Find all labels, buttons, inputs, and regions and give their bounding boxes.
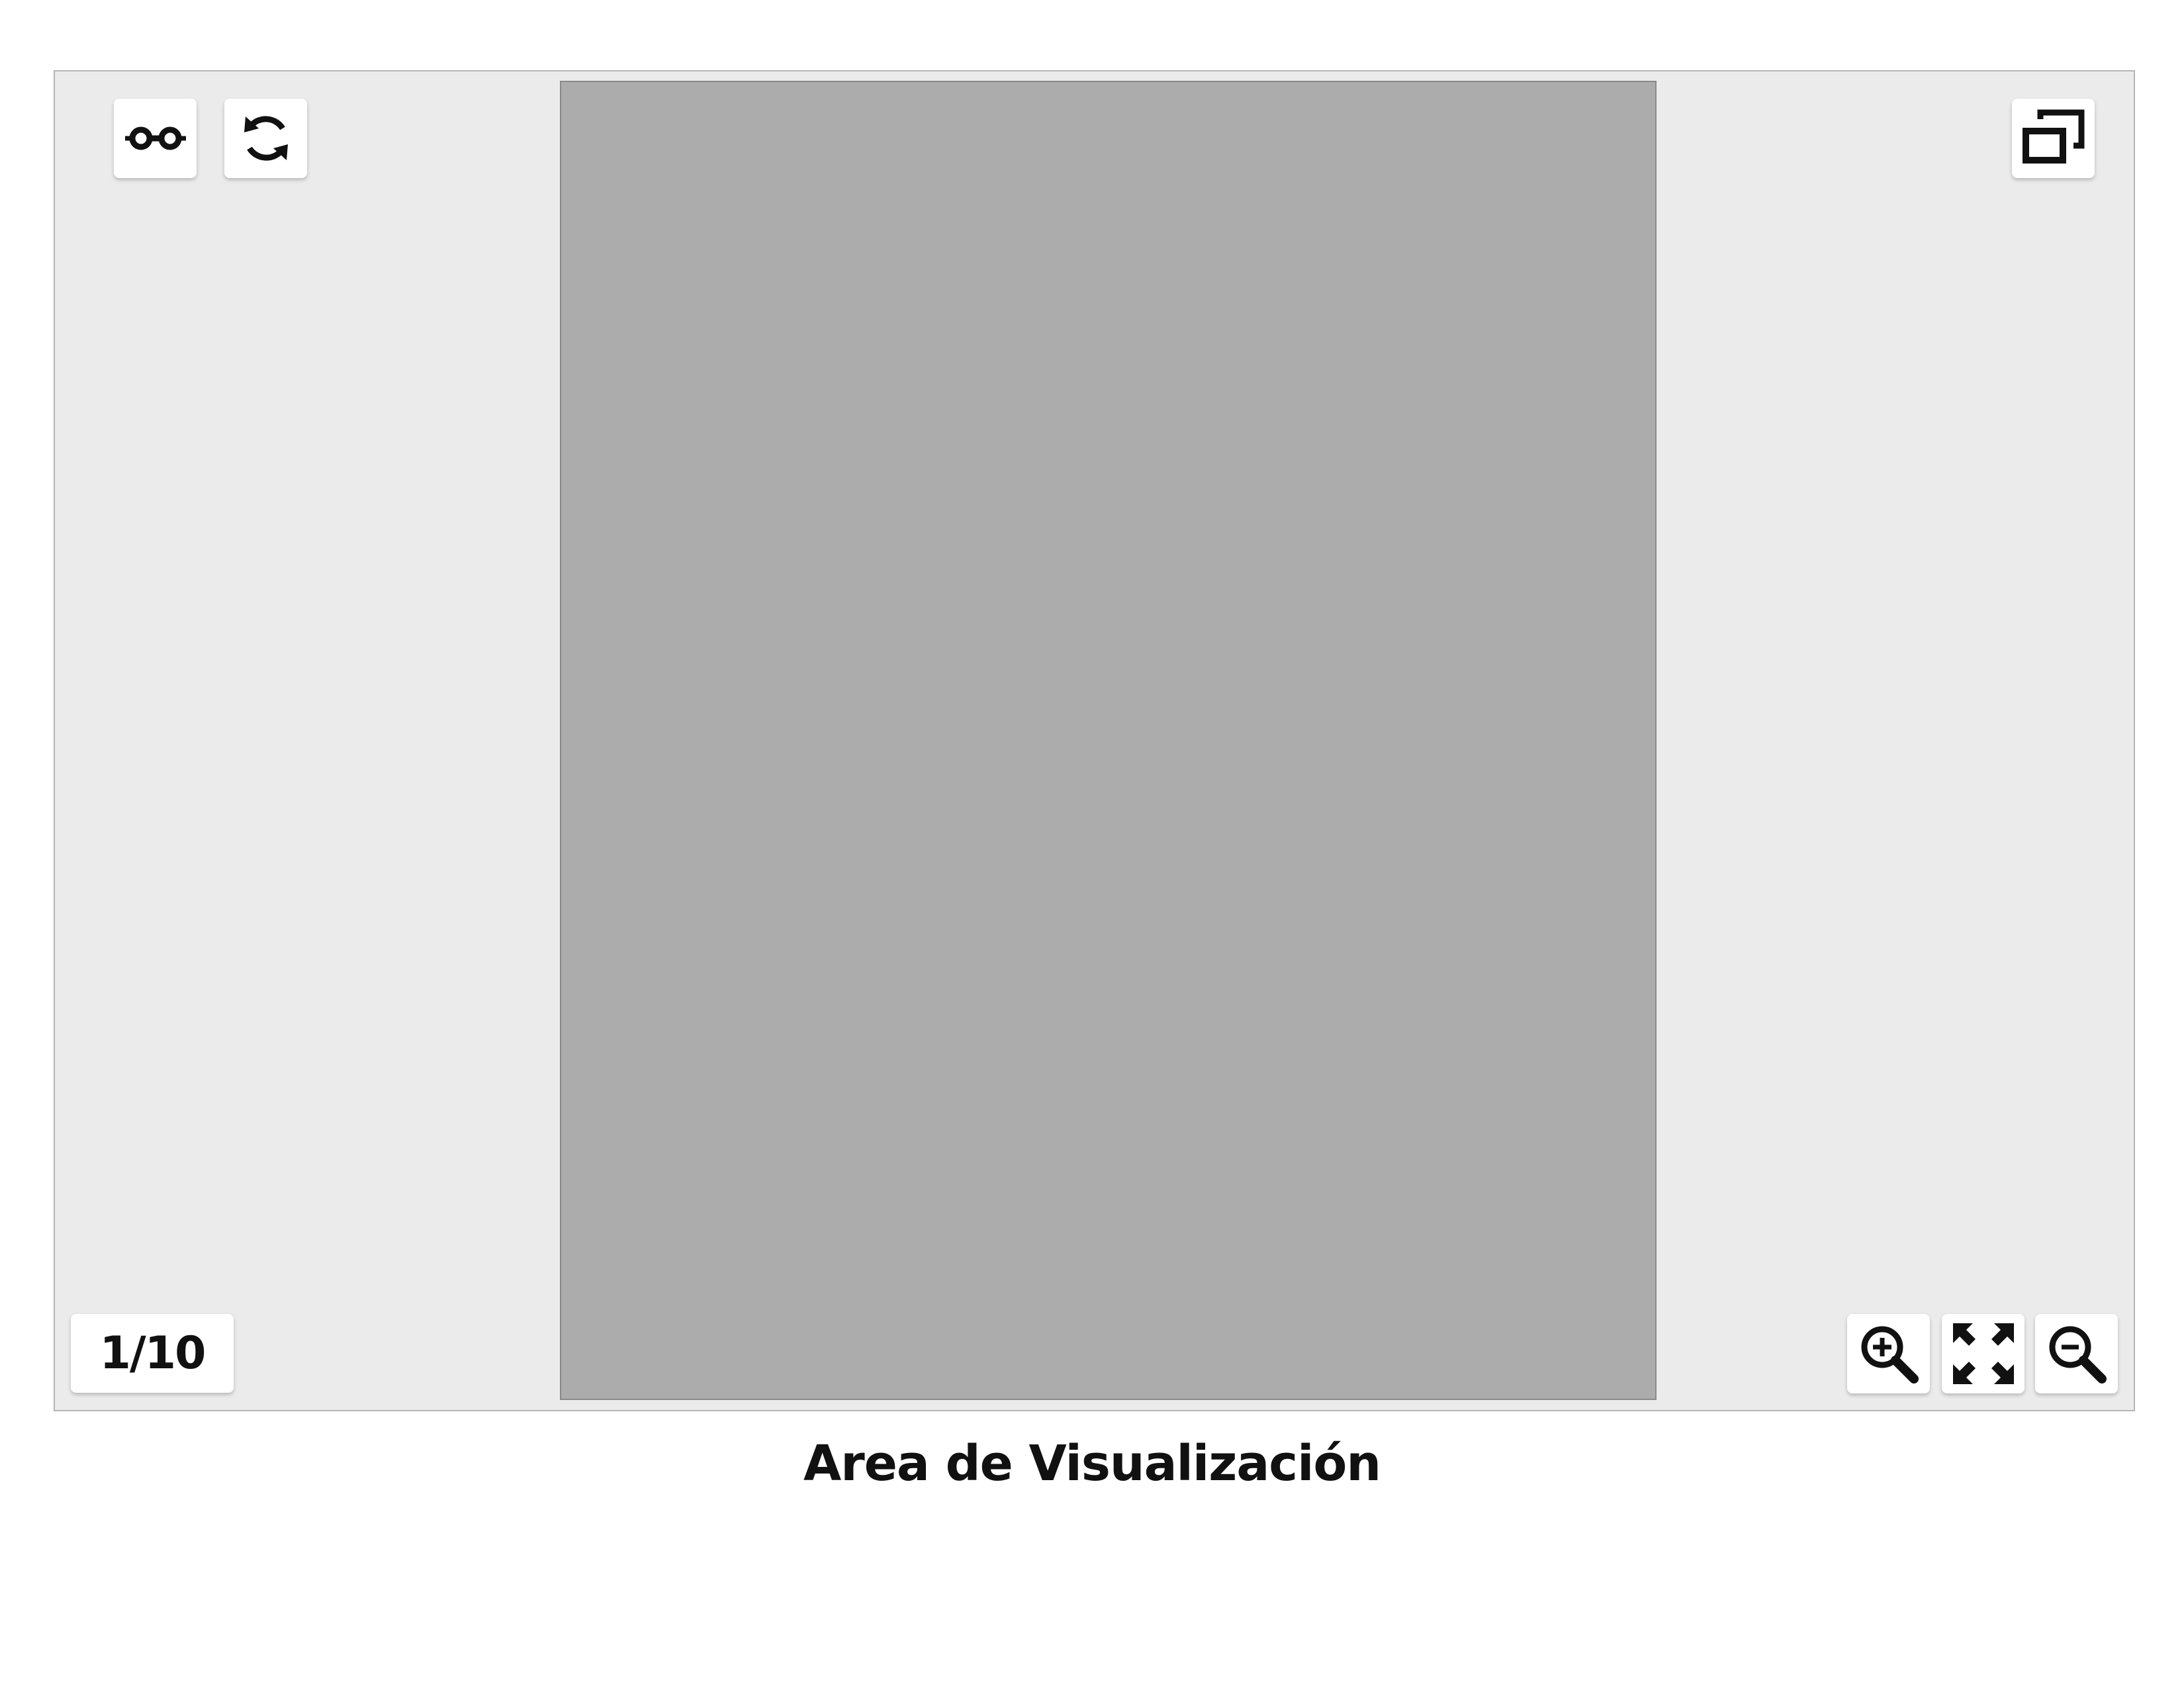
window-restore-button[interactable]	[2012, 99, 2095, 178]
expand-icon	[1950, 1321, 2017, 1387]
page-counter-text: 1/10	[99, 1327, 206, 1380]
glasses-icon	[122, 118, 189, 158]
zoom-in-button[interactable]	[1847, 1314, 1930, 1393]
document-canvas[interactable]	[560, 81, 1657, 1400]
viewer-caption: Area de Visualización	[803, 1435, 1381, 1492]
zoom-out-icon	[2044, 1321, 2110, 1387]
page-counter: 1/10	[71, 1314, 234, 1393]
viewer-area: 1/10	[54, 70, 2135, 1411]
refresh-icon	[236, 109, 296, 168]
refresh-button[interactable]	[224, 99, 307, 178]
window-restore-icon	[2021, 109, 2087, 168]
reading-mode-button[interactable]	[114, 99, 197, 178]
zoom-out-button[interactable]	[2035, 1314, 2118, 1393]
zoom-in-icon	[1856, 1321, 1922, 1387]
fit-screen-button[interactable]	[1942, 1314, 2025, 1393]
